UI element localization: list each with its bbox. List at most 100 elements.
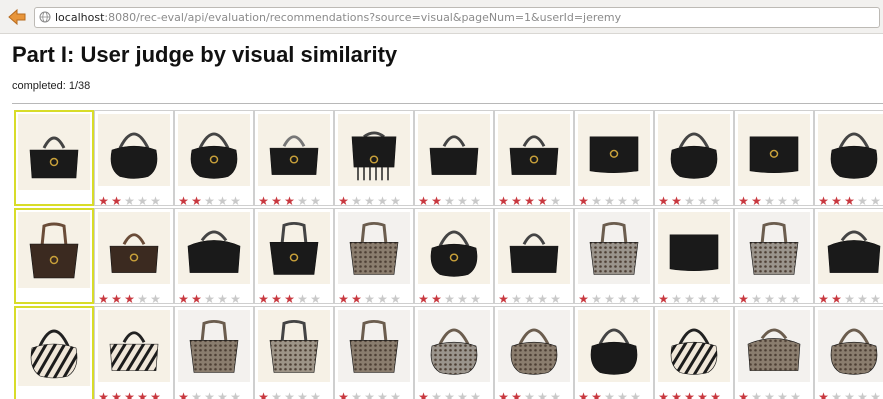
star-icon[interactable]: ★ bbox=[750, 195, 763, 207]
star-icon[interactable]: ★ bbox=[869, 195, 882, 207]
star-icon[interactable]: ★ bbox=[776, 391, 789, 399]
star-icon[interactable]: ★ bbox=[270, 195, 283, 207]
star-icon[interactable]: ★ bbox=[577, 391, 590, 399]
star-icon[interactable]: ★ bbox=[830, 293, 843, 305]
star-icon[interactable]: ★ bbox=[763, 391, 776, 399]
star-icon[interactable]: ★ bbox=[309, 195, 322, 207]
star-icon[interactable]: ★ bbox=[590, 391, 603, 399]
star-icon[interactable]: ★ bbox=[337, 195, 350, 207]
star-rating[interactable]: ★ ★ ★ ★ ★ bbox=[737, 190, 802, 207]
star-icon[interactable]: ★ bbox=[337, 293, 350, 305]
star-icon[interactable]: ★ bbox=[350, 195, 363, 207]
star-icon[interactable]: ★ bbox=[497, 195, 510, 207]
star-icon[interactable]: ★ bbox=[190, 293, 203, 305]
star-icon[interactable]: ★ bbox=[363, 391, 376, 399]
star-rating[interactable]: ★ ★ ★ ★ ★ bbox=[657, 190, 722, 207]
star-icon[interactable]: ★ bbox=[629, 195, 642, 207]
star-icon[interactable]: ★ bbox=[136, 391, 149, 399]
star-icon[interactable]: ★ bbox=[203, 293, 216, 305]
star-icon[interactable]: ★ bbox=[683, 391, 696, 399]
star-icon[interactable]: ★ bbox=[149, 391, 162, 399]
star-icon[interactable]: ★ bbox=[283, 391, 296, 399]
star-icon[interactable]: ★ bbox=[283, 293, 296, 305]
star-icon[interactable]: ★ bbox=[430, 293, 443, 305]
star-icon[interactable]: ★ bbox=[469, 391, 482, 399]
star-icon[interactable]: ★ bbox=[350, 293, 363, 305]
star-rating[interactable]: ★ ★ ★ ★ ★ bbox=[497, 190, 562, 207]
star-icon[interactable]: ★ bbox=[696, 391, 709, 399]
star-rating[interactable]: ★ ★ ★ ★ ★ bbox=[337, 288, 402, 305]
star-icon[interactable]: ★ bbox=[229, 195, 242, 207]
star-icon[interactable]: ★ bbox=[536, 391, 549, 399]
star-icon[interactable]: ★ bbox=[123, 195, 136, 207]
star-icon[interactable]: ★ bbox=[229, 391, 242, 399]
star-icon[interactable]: ★ bbox=[309, 293, 322, 305]
back-arrow-icon[interactable] bbox=[6, 6, 28, 28]
star-icon[interactable]: ★ bbox=[683, 195, 696, 207]
star-icon[interactable]: ★ bbox=[417, 391, 430, 399]
star-icon[interactable]: ★ bbox=[123, 391, 136, 399]
star-icon[interactable]: ★ bbox=[737, 293, 750, 305]
star-icon[interactable]: ★ bbox=[629, 293, 642, 305]
star-rating[interactable]: ★ ★ ★ ★ ★ bbox=[97, 288, 162, 305]
star-icon[interactable]: ★ bbox=[523, 293, 536, 305]
star-icon[interactable]: ★ bbox=[257, 391, 270, 399]
star-icon[interactable]: ★ bbox=[389, 195, 402, 207]
star-icon[interactable]: ★ bbox=[376, 391, 389, 399]
star-icon[interactable]: ★ bbox=[817, 293, 830, 305]
star-icon[interactable]: ★ bbox=[389, 391, 402, 399]
star-rating[interactable]: ★ ★ ★ ★ ★ bbox=[817, 288, 882, 305]
star-icon[interactable]: ★ bbox=[657, 391, 670, 399]
star-icon[interactable]: ★ bbox=[549, 293, 562, 305]
star-icon[interactable]: ★ bbox=[203, 391, 216, 399]
star-icon[interactable]: ★ bbox=[577, 195, 590, 207]
star-icon[interactable]: ★ bbox=[843, 391, 856, 399]
star-icon[interactable]: ★ bbox=[776, 195, 789, 207]
star-icon[interactable]: ★ bbox=[376, 293, 389, 305]
star-icon[interactable]: ★ bbox=[789, 195, 802, 207]
star-icon[interactable]: ★ bbox=[789, 391, 802, 399]
star-icon[interactable]: ★ bbox=[603, 293, 616, 305]
star-rating[interactable]: ★ ★ ★ ★ ★ bbox=[177, 288, 242, 305]
star-icon[interactable]: ★ bbox=[296, 293, 309, 305]
star-icon[interactable]: ★ bbox=[203, 195, 216, 207]
star-icon[interactable]: ★ bbox=[97, 391, 110, 399]
star-icon[interactable]: ★ bbox=[136, 195, 149, 207]
star-icon[interactable]: ★ bbox=[843, 293, 856, 305]
star-icon[interactable]: ★ bbox=[216, 391, 229, 399]
star-icon[interactable]: ★ bbox=[616, 391, 629, 399]
star-icon[interactable]: ★ bbox=[110, 391, 123, 399]
star-icon[interactable]: ★ bbox=[417, 293, 430, 305]
star-icon[interactable]: ★ bbox=[549, 195, 562, 207]
star-icon[interactable]: ★ bbox=[830, 195, 843, 207]
star-rating[interactable]: ★ ★ ★ ★ ★ bbox=[417, 190, 482, 207]
star-icon[interactable]: ★ bbox=[363, 195, 376, 207]
star-icon[interactable]: ★ bbox=[763, 293, 776, 305]
star-rating[interactable]: ★ ★ ★ ★ ★ bbox=[417, 386, 482, 399]
star-icon[interactable]: ★ bbox=[110, 293, 123, 305]
star-icon[interactable]: ★ bbox=[750, 293, 763, 305]
star-icon[interactable]: ★ bbox=[696, 293, 709, 305]
star-icon[interactable]: ★ bbox=[523, 195, 536, 207]
star-icon[interactable]: ★ bbox=[363, 293, 376, 305]
star-rating[interactable]: ★ ★ ★ ★ ★ bbox=[737, 386, 802, 399]
star-icon[interactable]: ★ bbox=[337, 391, 350, 399]
star-rating[interactable]: ★ ★ ★ ★ ★ bbox=[497, 288, 562, 305]
star-icon[interactable]: ★ bbox=[443, 293, 456, 305]
star-icon[interactable]: ★ bbox=[603, 391, 616, 399]
star-rating[interactable]: ★ ★ ★ ★ ★ bbox=[577, 386, 642, 399]
star-rating[interactable]: ★ ★ ★ ★ ★ bbox=[657, 288, 722, 305]
star-rating[interactable]: ★ ★ ★ ★ ★ bbox=[177, 386, 242, 399]
star-icon[interactable]: ★ bbox=[456, 391, 469, 399]
star-icon[interactable]: ★ bbox=[456, 293, 469, 305]
star-icon[interactable]: ★ bbox=[110, 195, 123, 207]
star-rating[interactable]: ★ ★ ★ ★ ★ bbox=[177, 190, 242, 207]
star-rating[interactable]: ★ ★ ★ ★ ★ bbox=[817, 190, 882, 207]
star-icon[interactable]: ★ bbox=[856, 195, 869, 207]
star-icon[interactable]: ★ bbox=[257, 293, 270, 305]
star-icon[interactable]: ★ bbox=[737, 195, 750, 207]
star-icon[interactable]: ★ bbox=[709, 391, 722, 399]
star-icon[interactable]: ★ bbox=[763, 195, 776, 207]
star-icon[interactable]: ★ bbox=[296, 391, 309, 399]
star-icon[interactable]: ★ bbox=[443, 195, 456, 207]
